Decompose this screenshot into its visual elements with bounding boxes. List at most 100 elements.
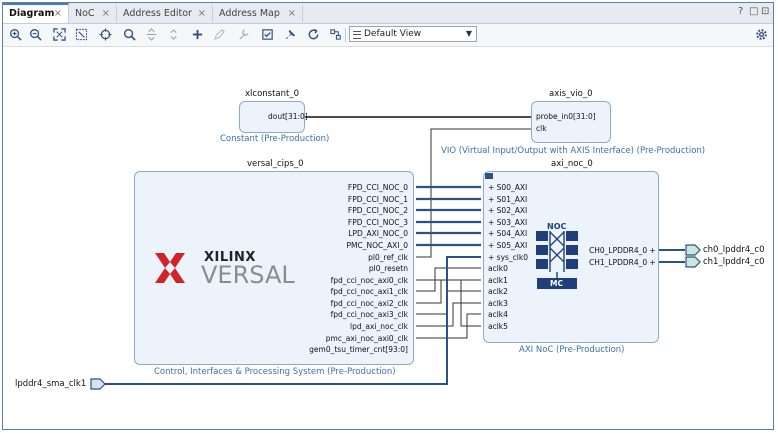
block-vio[interactable] <box>531 101 611 143</box>
pin-pmc-noc-axi-0[interactable]: PMC_NOC_AXI_0 <box>347 241 408 250</box>
tab-address-editor[interactable]: Address Editor × <box>117 5 213 22</box>
pin-aclk5[interactable]: aclk5 <box>488 322 508 331</box>
pin-fpd-cci-noc-axi3-clk[interactable]: fpd_cci_noc_axi3_clk <box>331 310 408 319</box>
port-label-lpddr4-sma-clk1[interactable]: lpddr4_sma_clk1 <box>15 379 86 389</box>
tab-label: Address Map <box>219 8 280 19</box>
pin-lpd-axi-noc-0[interactable]: LPD_AXI_NOC_0 <box>348 229 408 238</box>
view-list-icon <box>353 31 361 39</box>
chevron-down-icon: ▼ <box>465 29 472 38</box>
pin-pmc-axi-noc-axi0-clk[interactable]: pmc_axi_noc_axi0_clk <box>326 334 408 343</box>
view-selector[interactable]: Default View ▼ <box>349 26 477 42</box>
mc-icon-label: MC <box>550 279 563 288</box>
block-subtitle-xlconstant: Constant (Pre-Production) <box>220 134 330 144</box>
tab-label: Diagram <box>9 8 55 19</box>
diagram-toolbar: Default View ▼ <box>3 24 773 47</box>
tab-bar: Diagram × NoC × Address Editor × Address… <box>3 3 773 24</box>
pin-fpd-cci-noc-axi2-clk[interactable]: fpd_cci_noc_axi2_clk <box>331 299 408 308</box>
pin-dout[interactable]: dout[31:0] <box>268 112 308 121</box>
pin-label: CH1_LPDDR4_0 <box>589 258 648 267</box>
wire-aclk-clocks[interactable] <box>416 267 481 339</box>
pin-fpd-cci-noc-axi1-clk[interactable]: fpd_cci_noc_axi1_clk <box>331 287 408 296</box>
expand-all-icon[interactable] <box>165 26 182 43</box>
pin-label: S04_AXI <box>496 229 528 238</box>
pin-pl0-ref-clk[interactable]: pl0_ref_clk <box>368 253 408 262</box>
close-icon[interactable]: × <box>102 5 110 22</box>
search-icon[interactable] <box>121 26 138 43</box>
pin-aclk0[interactable]: aclk0 <box>488 264 508 273</box>
pin-aclk3[interactable]: aclk3 <box>488 299 508 308</box>
pin-icon[interactable] <box>283 26 300 43</box>
tab-address-map[interactable]: Address Map × <box>213 5 303 22</box>
close-icon[interactable]: × <box>288 5 296 22</box>
pin-sys-clk0[interactable]: + sys_clk0 <box>488 253 528 262</box>
regenerate-layout-icon[interactable] <box>327 26 344 43</box>
port-label-ch1-lpddr4-c0[interactable]: ch1_lpddr4_c0 <box>703 257 765 267</box>
tab-label: Address Editor <box>123 8 192 19</box>
collapse-block-icon[interactable] <box>485 173 493 179</box>
gear-icon[interactable] <box>753 26 770 43</box>
view-selector-value: Default View <box>364 29 422 39</box>
tab-diagram[interactable]: Diagram × <box>3 3 69 23</box>
pin-fpd-cci-noc-3[interactable]: FPD_CCI_NOC_3 <box>348 218 408 227</box>
port-ch1-lpddr4-c0[interactable] <box>685 256 701 268</box>
zoom-fit-icon[interactable] <box>51 26 68 43</box>
zoom-out-icon[interactable] <box>27 26 44 43</box>
block-title-cips: versal_cips_0 <box>247 159 304 169</box>
close-icon[interactable]: × <box>54 5 62 23</box>
collapse-all-icon[interactable] <box>143 26 160 43</box>
wrench-icon[interactable] <box>235 26 252 43</box>
pin-lpd-axi-noc-clk[interactable]: lpd_axi_noc_clk <box>350 322 408 331</box>
validate-icon[interactable] <box>259 26 276 43</box>
pin-fpd-cci-noc-1[interactable]: FPD_CCI_NOC_1 <box>348 195 408 204</box>
pin-s01-axi[interactable]: + S01_AXI <box>488 195 527 204</box>
block-subtitle-cips: Control, Interfaces & Processing System … <box>154 367 396 377</box>
pin-aclk4[interactable]: aclk4 <box>488 310 508 319</box>
pin-probe-in0[interactable]: probe_in0[31:0] <box>536 112 596 121</box>
pin-pl0-resetn[interactable]: pl0_resetn <box>369 264 408 273</box>
block-diagram-canvas[interactable]: xlconstant_0 dout[31:0] Constant (Pre-Pr… <box>3 47 773 429</box>
pin-gem0-tsu-timer-cnt[interactable]: gem0_tsu_timer_cnt[93:0] <box>309 345 408 354</box>
block-subtitle-vio: VIO (Virtual Input/Output with AXIS Inte… <box>441 146 706 156</box>
block-title-vio: axis_vio_0 <box>549 89 593 99</box>
wire-ddr-outputs[interactable] <box>657 249 685 263</box>
pin-label: S05_AXI <box>496 241 528 250</box>
pin-ch0-lpddr4-0[interactable]: CH0_LPDDR4_0 + <box>589 246 656 255</box>
noc-icon-label: NOC <box>546 222 568 231</box>
pin-aclk1[interactable]: aclk1 <box>488 276 508 285</box>
maximize-icon[interactable]: ⊡ <box>761 6 769 17</box>
add-ip-icon[interactable] <box>189 26 206 43</box>
pin-ch1-lpddr4-0[interactable]: CH1_LPDDR4_0 + <box>589 258 656 267</box>
pin-clk[interactable]: clk <box>536 124 547 133</box>
pin-s05-axi[interactable]: + S05_AXI <box>488 241 527 250</box>
pin-fpd-cci-noc-0[interactable]: FPD_CCI_NOC_0 <box>348 183 408 192</box>
pin-label: S01_AXI <box>496 195 528 204</box>
wire-axi-buses[interactable] <box>416 185 481 247</box>
pin-label: S00_AXI <box>496 183 528 192</box>
select-area-icon[interactable] <box>97 26 114 43</box>
pin-aclk2[interactable]: aclk2 <box>488 287 508 296</box>
tab-noc[interactable]: NoC × <box>69 5 117 22</box>
zoom-in-icon[interactable] <box>7 26 24 43</box>
tab-label: NoC <box>75 8 95 19</box>
pin-s02-axi[interactable]: + S02_AXI <box>488 206 527 215</box>
pin-fpd-cci-noc-axi0-clk[interactable]: fpd_cci_noc_axi0_clk <box>331 276 408 285</box>
pin-s03-axi[interactable]: + S03_AXI <box>488 218 527 227</box>
pin-fpd-cci-noc-2[interactable]: FPD_CCI_NOC_2 <box>348 206 408 215</box>
block-subtitle-noc: AXI NoC (Pre-Production) <box>519 345 625 355</box>
pin-s00-axi[interactable]: + S00_AXI <box>488 183 527 192</box>
port-ch0-lpddr4-c0[interactable] <box>685 244 701 256</box>
pin-label: sys_clk0 <box>496 253 528 262</box>
pin-s04-axi[interactable]: + S04_AXI <box>488 229 527 238</box>
port-label-ch0-lpddr4-c0[interactable]: ch0_lpddr4_c0 <box>703 245 765 255</box>
toolbar-divider <box>345 28 346 42</box>
edit-ip-icon[interactable] <box>211 26 228 43</box>
block-title-noc: axi_noc_0 <box>551 159 593 169</box>
zoom-area-icon[interactable] <box>73 26 90 43</box>
help-icon[interactable]: ? <box>738 6 743 17</box>
close-icon[interactable]: × <box>198 5 206 22</box>
pin-label: S02_AXI <box>496 206 528 215</box>
refresh-icon[interactable] <box>305 26 322 43</box>
port-lpddr4-sma-clk1[interactable] <box>90 378 106 390</box>
block-title-xlconstant: xlconstant_0 <box>245 89 300 99</box>
restore-icon[interactable]: □ <box>749 6 758 17</box>
